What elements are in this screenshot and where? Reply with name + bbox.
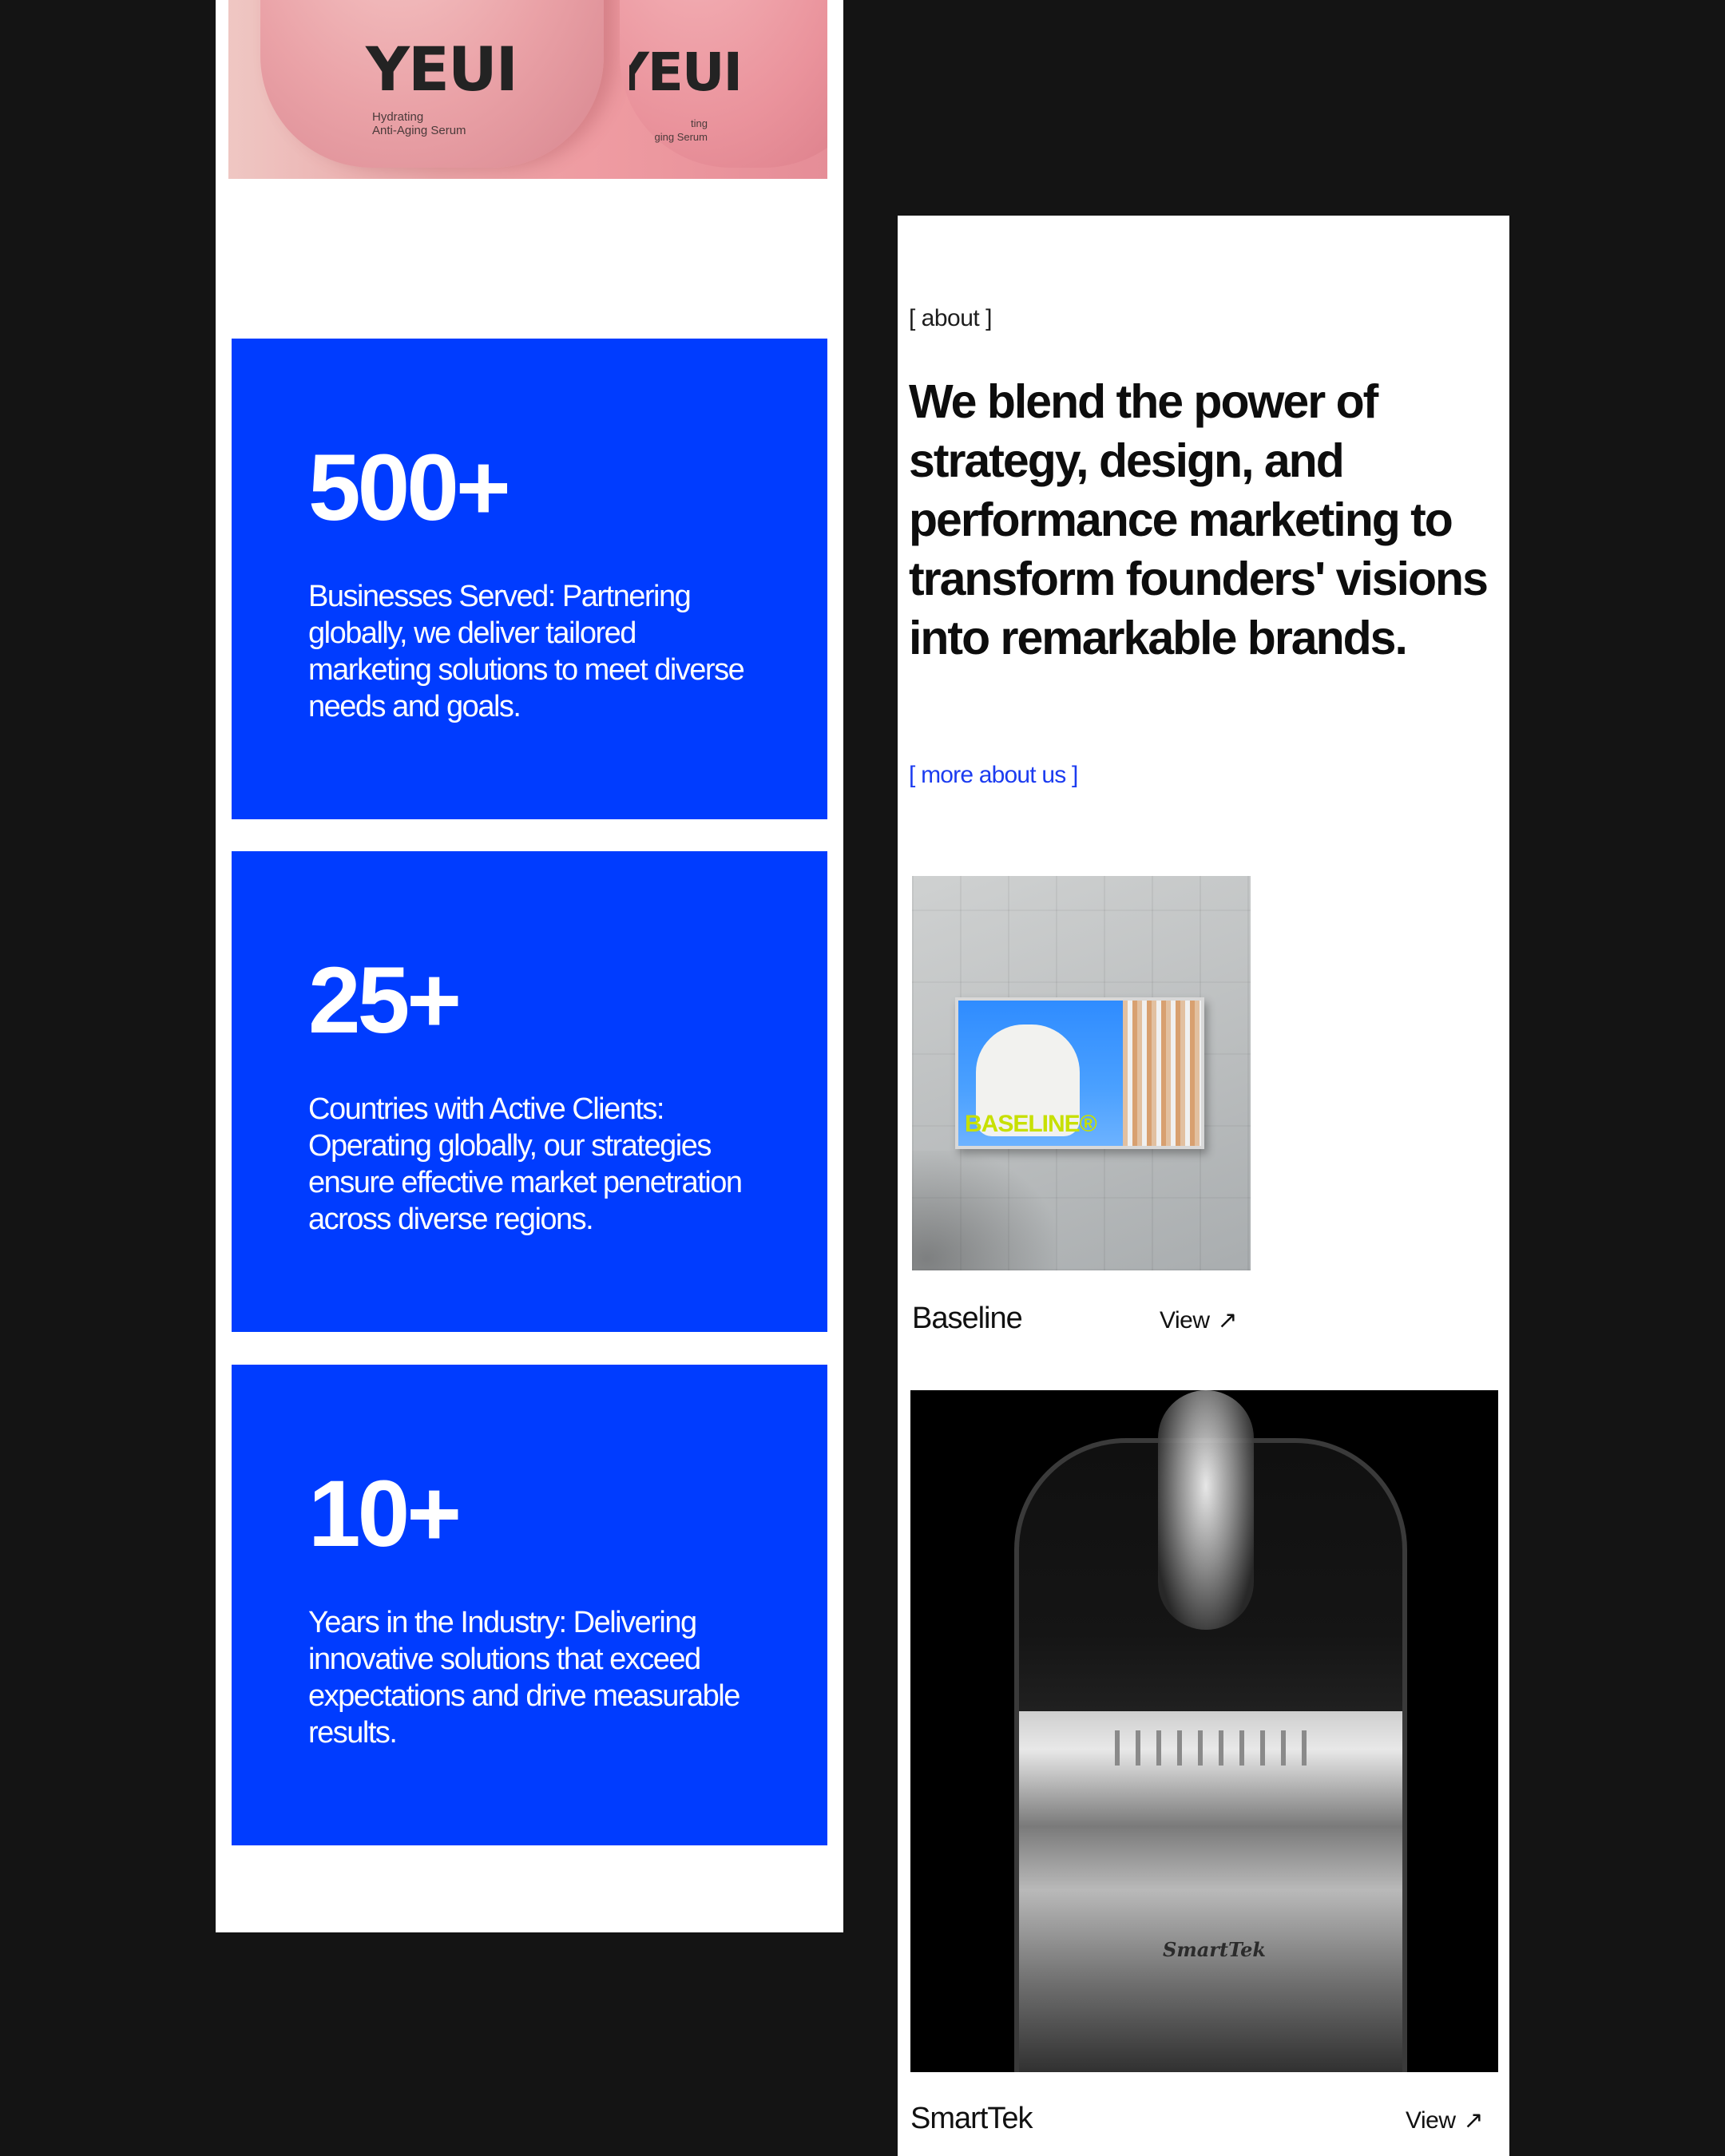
stat-card-years: 10+ Years in the Industry: Delivering in… — [232, 1365, 827, 1845]
billboard-stripes — [1123, 1001, 1201, 1146]
hero-subtitle-partial-line1: ting — [691, 117, 708, 129]
ice-cube-graphic — [1158, 1390, 1254, 1630]
stat-value: 10+ — [308, 1461, 462, 1567]
stat-card-businesses: 500+ Businesses Served: Partnering globa… — [232, 339, 827, 819]
hero-brand-logo: YEUI — [366, 34, 518, 105]
baseline-billboard: BASELINE® — [955, 997, 1204, 1149]
project-baseline-image[interactable]: BASELINE® — [912, 876, 1251, 1270]
left-phone-screen: YEUI YEUI Hydrating Anti-Aging Serum tin… — [216, 0, 843, 1932]
stat-value: 25+ — [308, 948, 462, 1053]
hero-product-subtitle: Hydrating Anti-Aging Serum — [372, 110, 466, 137]
right-phone-screen: [ about ] We blend the power of strategy… — [898, 216, 1509, 2156]
project-smarttek-view-link[interactable]: View ↗ — [1406, 2106, 1484, 2134]
stat-card-countries: 25+ Countries with Active Clients: Opera… — [232, 851, 827, 1332]
billboard-brand-text: BASELINE® — [965, 1111, 1097, 1137]
project-baseline-title: Baseline — [912, 1302, 1023, 1335]
hero-subtitle-partial-line2: ging Serum — [654, 131, 708, 143]
about-headline: We blend the power of strategy, design, … — [909, 375, 1489, 664]
project-smarttek-title: SmartTek — [910, 2102, 1033, 2135]
stat-description: Years in the Industry: Delivering innova… — [308, 1606, 740, 1750]
view-label: View — [1406, 2107, 1456, 2134]
stat-description: Businesses Served: Partnering globally, … — [308, 580, 745, 723]
about-section-tag: [ about ] — [909, 305, 992, 331]
arrow-up-right-icon: ↗ — [1463, 2107, 1484, 2134]
hero-product-subtitle-secondary: ting ging Serum — [644, 117, 708, 144]
hero-subtitle-line2: Anti-Aging Serum — [372, 124, 466, 137]
hero-brand-logo-secondary: YEUI — [629, 42, 741, 103]
hero-serum-image: YEUI YEUI Hydrating Anti-Aging Serum tin… — [228, 0, 827, 179]
smarttek-logo-text: SmartTek — [1163, 1938, 1267, 1961]
view-label: View — [1160, 1307, 1210, 1334]
project-smarttek-image[interactable]: SmartTek — [910, 1390, 1498, 2072]
ice-machine-slots — [1115, 1730, 1307, 1766]
stat-value: 500+ — [308, 435, 511, 541]
hero-subtitle-line1: Hydrating — [372, 110, 424, 124]
project-baseline-view-link[interactable]: View ↗ — [1160, 1306, 1238, 1334]
stat-description: Countries with Active Clients: Operating… — [308, 1092, 743, 1236]
arrow-up-right-icon: ↗ — [1217, 1307, 1238, 1334]
leaf-shadow — [912, 1151, 1056, 1270]
more-about-us-link[interactable]: [ more about us ] — [909, 762, 1078, 789]
